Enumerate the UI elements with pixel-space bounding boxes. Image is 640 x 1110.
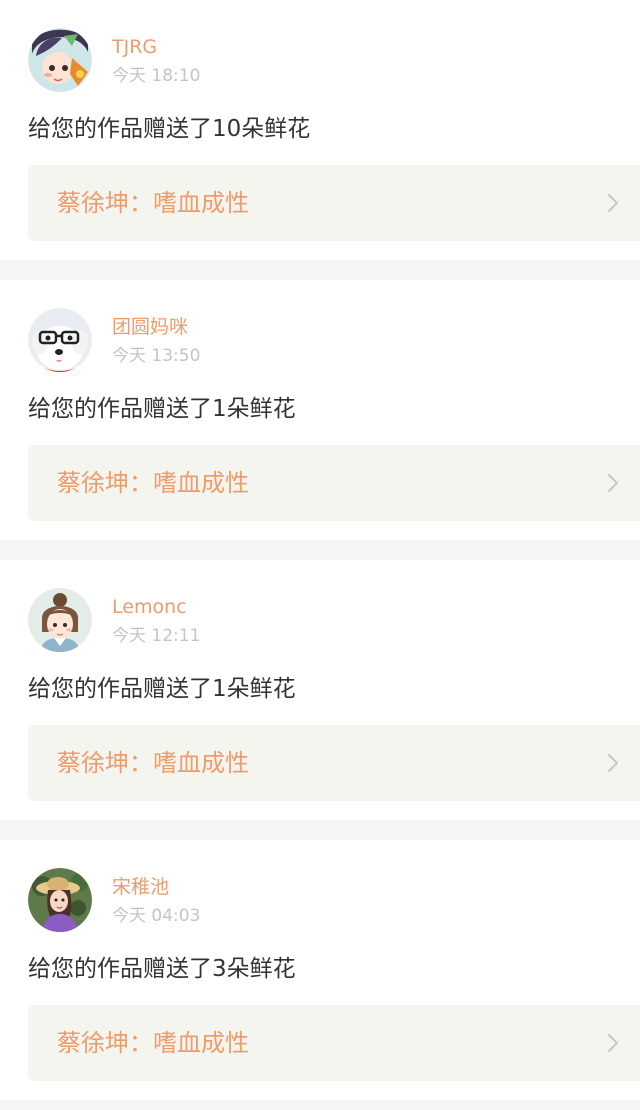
avatar-image bbox=[28, 28, 92, 92]
username[interactable]: Lemonc bbox=[112, 594, 187, 620]
work-link-card[interactable]: 蔡徐坤：嗜血成性 bbox=[28, 445, 640, 521]
timestamp: 今天 18:10 bbox=[112, 66, 201, 86]
notification-card: 宋稚池 今天 04:03 给您的作品赠送了3朵鲜花 蔡徐坤：嗜血成性 bbox=[0, 840, 640, 1100]
chevron-right-icon bbox=[606, 472, 620, 494]
timestamp: 今天 12:11 bbox=[112, 626, 201, 646]
username[interactable]: 团圆妈咪 bbox=[112, 314, 188, 340]
work-link-card[interactable]: 蔡徐坤：嗜血成性 bbox=[28, 1005, 640, 1081]
timestamp: 今天 04:03 bbox=[112, 906, 201, 926]
gift-notification-list: TJRG 今天 18:10 给您的作品赠送了10朵鲜花 蔡徐坤：嗜血成性 团圆妈… bbox=[0, 0, 640, 1110]
username[interactable]: 宋稚池 bbox=[112, 874, 169, 900]
timestamp: 今天 13:50 bbox=[112, 346, 201, 366]
chevron-right-icon bbox=[606, 752, 620, 774]
work-link-card[interactable]: 蔡徐坤：嗜血成性 bbox=[28, 725, 640, 801]
anime-character-avatar-icon[interactable] bbox=[28, 28, 92, 92]
avatar-image bbox=[28, 588, 92, 652]
chevron-right-icon bbox=[606, 192, 620, 214]
illustrated-girl-avatar-icon[interactable] bbox=[28, 588, 92, 652]
avatar-image bbox=[28, 308, 92, 372]
dog-with-glasses-avatar-icon[interactable] bbox=[28, 308, 92, 372]
gift-message: 给您的作品赠送了10朵鲜花 bbox=[28, 116, 311, 142]
avatar-image bbox=[28, 868, 92, 932]
work-title: 蔡徐坤：嗜血成性 bbox=[57, 469, 249, 497]
gift-message: 给您的作品赠送了1朵鲜花 bbox=[28, 676, 296, 702]
work-title: 蔡徐坤：嗜血成性 bbox=[57, 749, 249, 777]
work-link-card[interactable]: 蔡徐坤：嗜血成性 bbox=[28, 165, 640, 241]
gift-message: 给您的作品赠送了3朵鲜花 bbox=[28, 956, 296, 982]
notification-card: Lemonc 今天 12:11 给您的作品赠送了1朵鲜花 蔡徐坤：嗜血成性 bbox=[0, 560, 640, 820]
work-title: 蔡徐坤：嗜血成性 bbox=[57, 1029, 249, 1057]
girl-in-straw-hat-avatar-icon[interactable] bbox=[28, 868, 92, 932]
notification-card: 团圆妈咪 今天 13:50 给您的作品赠送了1朵鲜花 蔡徐坤：嗜血成性 bbox=[0, 280, 640, 540]
work-title: 蔡徐坤：嗜血成性 bbox=[57, 189, 249, 217]
chevron-right-icon bbox=[606, 1032, 620, 1054]
notification-card: TJRG 今天 18:10 给您的作品赠送了10朵鲜花 蔡徐坤：嗜血成性 bbox=[0, 0, 640, 260]
gift-message: 给您的作品赠送了1朵鲜花 bbox=[28, 396, 296, 422]
username[interactable]: TJRG bbox=[112, 34, 157, 60]
